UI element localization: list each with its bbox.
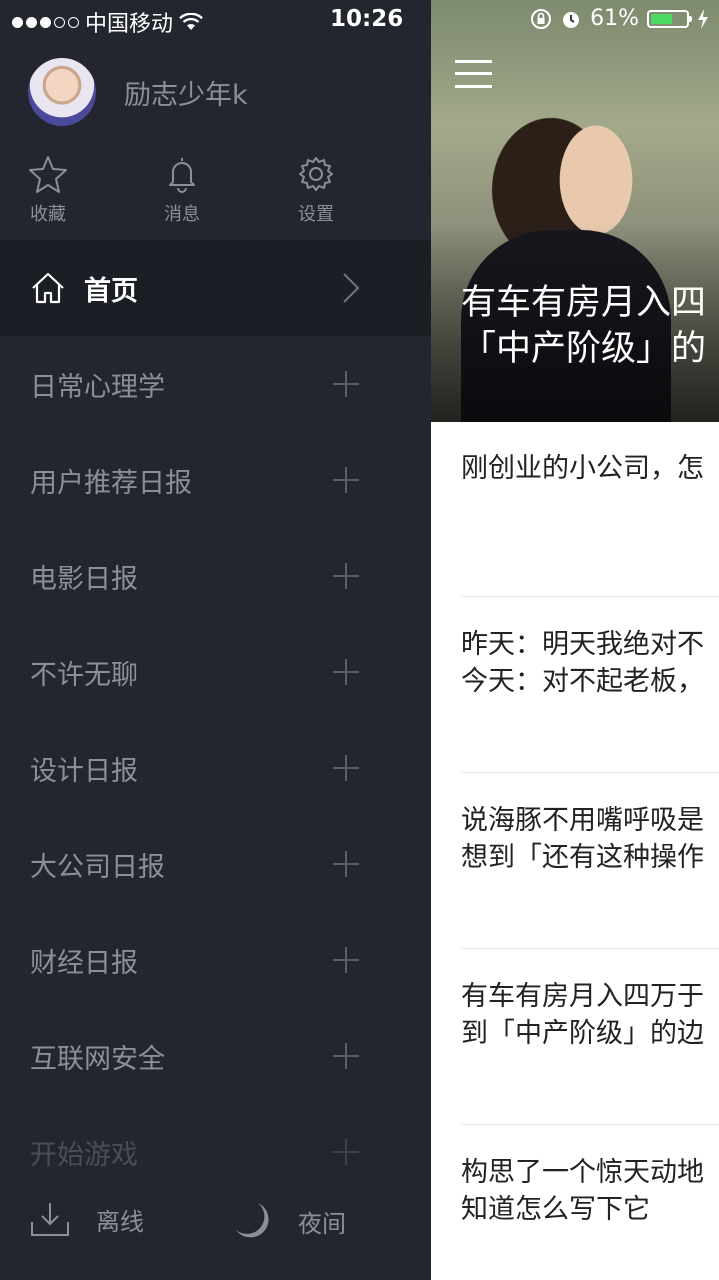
divider: [461, 948, 719, 949]
menu-item[interactable]: 互联网安全: [0, 1008, 431, 1104]
messages-label: 消息: [164, 204, 200, 225]
star-icon: [29, 156, 67, 193]
home-icon: [32, 272, 64, 304]
add-icon[interactable]: [333, 851, 359, 877]
bell-icon: [169, 158, 195, 193]
menu-item-label: 首页: [84, 275, 138, 307]
menu-item[interactable]: 电影日报: [0, 528, 431, 624]
menu-icon[interactable]: [455, 60, 492, 88]
alarm-icon: [563, 11, 580, 28]
offline-button[interactable]: 离线: [30, 1200, 144, 1238]
divider: [461, 596, 719, 597]
rotation-lock-icon: [531, 8, 552, 29]
status-bar: 中国移动 10:26 61%: [0, 0, 719, 40]
main-content: 有车有房月入四 「中产阶级」的 刚创业的小公司，怎 昨天：明天我绝对不 今天：对…: [431, 0, 719, 1280]
menu-item-label: 不许无聊: [30, 659, 138, 691]
carrier-label: 中国移动: [85, 12, 174, 37]
gear-icon: [299, 157, 333, 191]
download-icon: [31, 1203, 69, 1236]
section-menu: 首页 日常心理学 用户推荐日报 电影日报 不许无聊 设计日报 大公司日报 财经日…: [0, 240, 431, 1200]
menu-item-label: 电影日报: [30, 563, 138, 595]
menu-item-label: 财经日报: [30, 947, 138, 979]
chevron-right-icon: [343, 273, 360, 303]
menu-item[interactable]: 不许无聊: [0, 624, 431, 720]
news-title: 今天：对不起老板，: [461, 666, 704, 697]
avatar[interactable]: [28, 58, 96, 126]
settings-label: 设置: [298, 204, 334, 225]
hero-title-line: 「中产阶级」的: [461, 329, 707, 369]
profile-header[interactable]: 励志少年k: [28, 58, 248, 126]
add-icon[interactable]: [333, 371, 359, 397]
offline-label: 离线: [96, 1207, 144, 1236]
news-title: 想到「还有这种操作: [461, 842, 704, 873]
add-icon[interactable]: [333, 659, 359, 685]
menu-item[interactable]: 用户推荐日报: [0, 432, 431, 528]
favorites-button[interactable]: 收藏: [13, 150, 83, 226]
menu-item[interactable]: 日常心理学: [0, 336, 431, 432]
add-icon[interactable]: [333, 947, 359, 973]
menu-item[interactable]: 大公司日报: [0, 816, 431, 912]
news-title: 刚创业的小公司，怎: [461, 453, 704, 484]
battery-icon: [647, 9, 692, 28]
username[interactable]: 励志少年k: [124, 73, 248, 112]
news-title: 昨天：明天我绝对不: [461, 629, 704, 660]
add-icon[interactable]: [333, 563, 359, 589]
news-item[interactable]: 刚创业的小公司，怎: [461, 450, 719, 487]
news-item[interactable]: 构思了一个惊天动地 知道怎么写下它: [461, 1154, 719, 1228]
news-item[interactable]: 说海豚不用嘴呼吸是 想到「还有这种操作: [461, 802, 719, 876]
divider: [461, 772, 719, 773]
add-icon[interactable]: [333, 755, 359, 781]
news-title: 知道怎么写下它: [461, 1194, 650, 1225]
add-icon[interactable]: [333, 467, 359, 493]
hero-title-line: 有车有房月入四: [461, 283, 707, 323]
menu-item-label: 设计日报: [30, 755, 138, 787]
messages-button[interactable]: 消息: [147, 150, 217, 226]
settings-button[interactable]: 设置: [281, 150, 351, 226]
menu-item-label: 日常心理学: [30, 371, 165, 403]
news-title: 到「中产阶级」的边: [461, 1018, 704, 1049]
clock: 10:26: [330, 6, 404, 32]
news-title: 有车有房月入四万于: [461, 981, 704, 1012]
news-item[interactable]: 昨天：明天我绝对不 今天：对不起老板，: [461, 626, 719, 700]
night-mode-button[interactable]: 夜间: [232, 1200, 346, 1242]
battery-percent: 61%: [590, 6, 639, 31]
status-right: 61%: [530, 6, 709, 31]
signal-icon: [12, 16, 79, 28]
menu-item[interactable]: 财经日报: [0, 912, 431, 1008]
news-title: 构思了一个惊天动地: [461, 1157, 704, 1188]
favorites-label: 收藏: [30, 204, 66, 225]
moon-icon: [236, 1203, 269, 1238]
news-item[interactable]: 有车有房月入四万于 到「中产阶级」的边: [461, 978, 719, 1052]
drawer-bottom-bar: 离线 夜间: [0, 1180, 431, 1280]
night-label: 夜间: [298, 1209, 346, 1238]
quick-actions: 收藏 消息 设置: [0, 150, 431, 230]
hero-title: 有车有房月入四 「中产阶级」的: [461, 280, 719, 372]
menu-item-label: 开始游戏: [30, 1139, 138, 1171]
menu-item-label: 用户推荐日报: [30, 467, 192, 499]
charging-icon: [698, 8, 708, 29]
menu-item-label: 大公司日报: [30, 851, 165, 883]
news-title: 说海豚不用嘴呼吸是: [461, 805, 704, 836]
add-icon[interactable]: [333, 1139, 359, 1165]
menu-item[interactable]: 设计日报: [0, 720, 431, 816]
wifi-icon: [179, 13, 203, 30]
hero-banner[interactable]: 有车有房月入四 「中产阶级」的: [431, 0, 719, 422]
status-left: 中国移动: [12, 6, 203, 38]
menu-item-home[interactable]: 首页: [0, 240, 431, 336]
divider: [461, 1124, 719, 1125]
menu-item-label: 互联网安全: [30, 1043, 165, 1075]
add-icon[interactable]: [333, 1043, 359, 1069]
side-drawer: 励志少年k 收藏 消息 设置 首页 日常心理学 用户推荐日报 电影日报 不许无聊…: [0, 0, 431, 1280]
